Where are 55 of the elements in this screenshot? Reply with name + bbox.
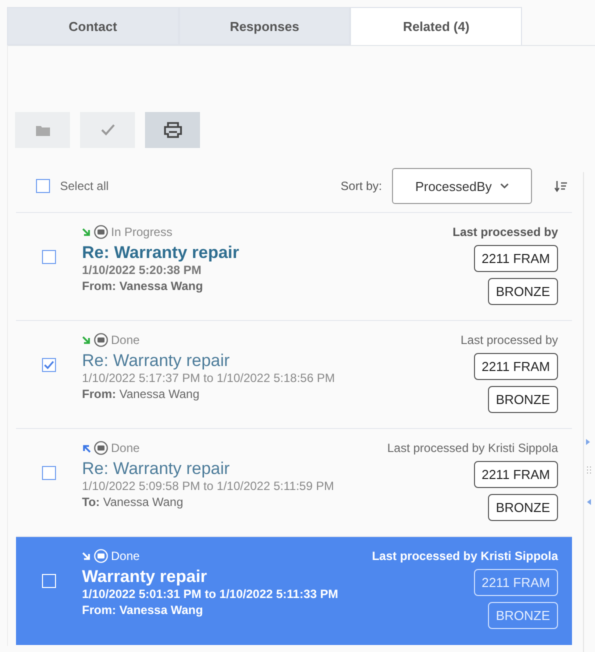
checkbox[interactable] [42, 250, 56, 264]
timestamp: 1/10/2022 5:17:37 PM to 1/10/2022 5:18:56 PM [82, 371, 336, 385]
tag: BRONZE [488, 494, 558, 521]
interaction-title[interactable]: Re: Warranty repair [82, 351, 461, 371]
chevron-down-icon [500, 183, 509, 189]
timestamp: 1/10/2022 5:01:31 PM to 1/10/2022 5:11:33 PM [82, 587, 340, 601]
outbound-arrow-icon [82, 444, 91, 452]
tab[interactable]: Contact [7, 7, 179, 45]
interaction-title[interactable]: Re: Warranty repair [82, 459, 388, 479]
checkmark-icon [100, 124, 114, 136]
timestamp: 1/10/2022 5:20:38 PM [82, 263, 202, 277]
status-text: Done [111, 549, 140, 563]
tag: 2211 FRAM [474, 461, 558, 488]
tag: BRONZE [488, 602, 558, 629]
status-text: Done [111, 441, 140, 455]
party-text: To: Vanessa Wang [82, 495, 184, 509]
sort-dropdown[interactable]: ProcessedBy [392, 168, 532, 204]
sort-order-icon[interactable] [554, 180, 568, 192]
processed-by-text: Last processed by Kristi Sippola [372, 549, 558, 563]
status-text: In Progress [111, 225, 172, 239]
timestamp: 1/10/2022 5:09:58 PM to 1/10/2022 5:11:59 PM [82, 479, 335, 493]
email-icon [94, 333, 108, 347]
interaction-row[interactable]: In Progress Re: Warranty repair 1/10/2022 5:20:38 PM From: Vanessa Wang Last processed by 2211 FRAM BRONZE [16, 213, 572, 321]
printer-icon [164, 122, 182, 138]
tag: BRONZE [488, 278, 558, 305]
tab[interactable]: Responses [178, 7, 350, 45]
email-icon [94, 225, 108, 239]
checkbox[interactable] [42, 358, 56, 372]
processed-by-text: Last processed by Kristi Sippola [387, 441, 558, 455]
party-text: From: Vanessa Wang [82, 279, 204, 293]
interaction-title[interactable]: Re: Warranty repair [82, 243, 453, 263]
checkbox[interactable] [42, 466, 56, 480]
tag: BRONZE [488, 386, 558, 413]
inbound-arrow-icon [82, 336, 91, 344]
processed-by-text: Last processed by [460, 333, 558, 347]
interaction-title[interactable]: Warranty repair [82, 567, 372, 587]
party-text: From: Vanessa Wang [82, 603, 204, 617]
inbound-arrow-icon [82, 228, 91, 236]
status-text: Done [111, 333, 140, 347]
checkbox[interactable] [36, 179, 50, 193]
folder-icon [36, 124, 50, 136]
email-icon [94, 549, 108, 563]
interaction-row[interactable]: Done Re: Warranty repair 1/10/2022 5:17:37 PM to 1/10/2022 5:18:56 PM From: Vanessa Wang Last processed by 2211 FRAM BRONZE [16, 321, 572, 429]
tag: 2211 FRAM [474, 569, 558, 596]
inbound-arrow-icon [82, 552, 91, 560]
sort-label: Sort by: [340, 179, 382, 193]
tab[interactable]: Related (4) [350, 7, 522, 45]
tag: 2211 FRAM [474, 245, 558, 272]
tag: 2211 FRAM [474, 353, 558, 380]
party-text: From: Vanessa Wang [82, 387, 200, 401]
interaction-row[interactable]: Done Warranty repair 1/10/2022 5:01:31 PM to 1/10/2022 5:11:33 PM From: Vanessa Wang Last processed by Kristi Sippola 2211 FRAM BRONZE [16, 537, 572, 645]
print-button[interactable] [145, 112, 200, 148]
select-all-label: Select all [60, 179, 109, 193]
processed-by-text: Last processed by [452, 225, 558, 239]
email-icon [94, 441, 108, 455]
